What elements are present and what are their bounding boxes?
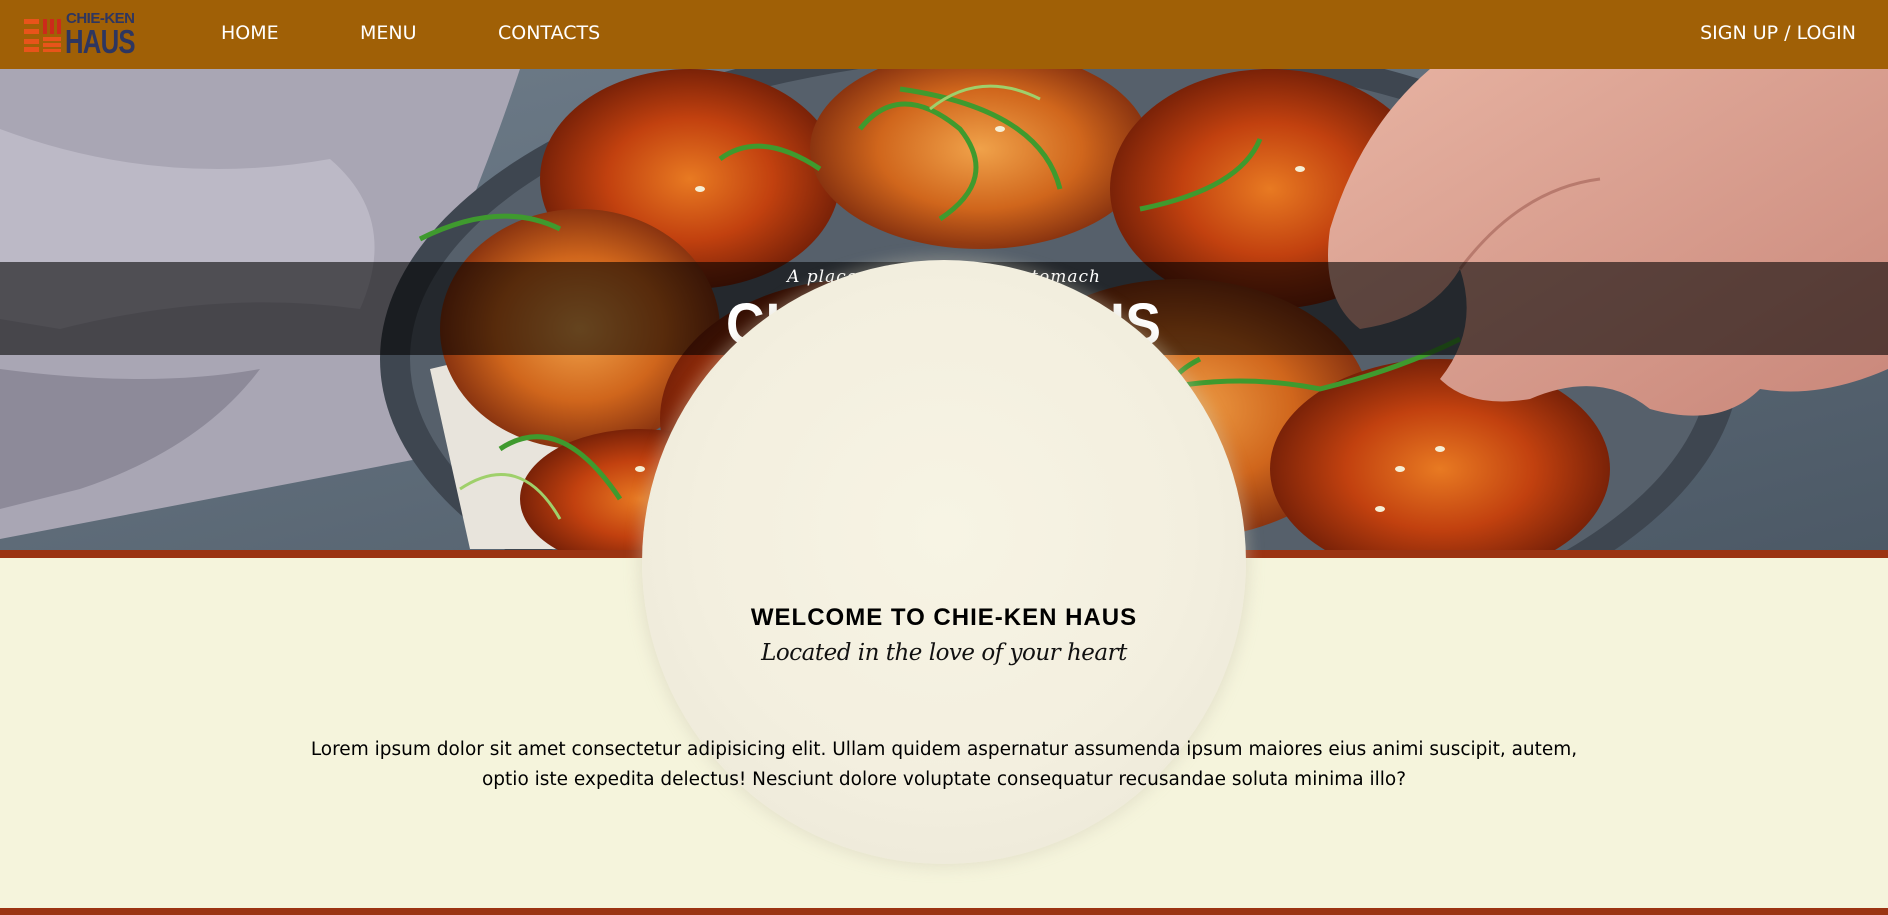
logo-mark-icon: [24, 19, 61, 52]
nav-link-contacts[interactable]: CONTACTS: [498, 22, 600, 44]
welcome-title: WELCOME TO CHIE-KEN HAUS: [750, 604, 1138, 631]
nav-link-menu[interactable]: MENU: [360, 22, 417, 44]
signup-login-link[interactable]: SIGN UP / LOGIN: [1700, 22, 1856, 44]
logo-text-bottom: HAUS: [65, 23, 136, 60]
top-navbar: CHIE-KEN HAUS HOME MENU CONTACTS SIGN UP…: [0, 0, 1888, 69]
nav-link-home[interactable]: HOME: [221, 22, 279, 44]
footer-divider: [0, 908, 1888, 915]
welcome-subtitle: Located in the love of your heart: [761, 640, 1127, 666]
brand-logo[interactable]: CHIE-KEN HAUS: [24, 10, 140, 60]
welcome-body-text: Lorem ipsum dolor sit amet consectetur a…: [310, 739, 1578, 790]
